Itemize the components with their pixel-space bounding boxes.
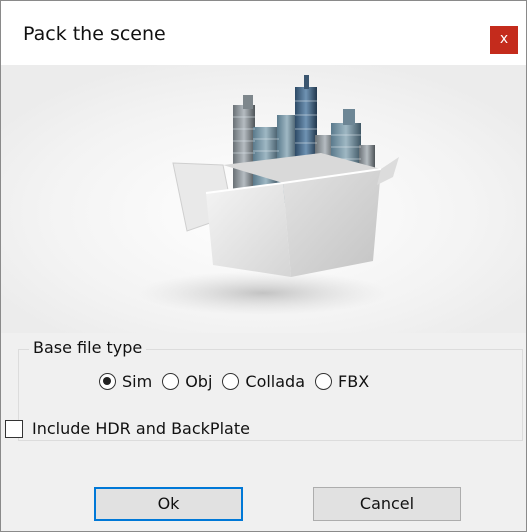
radio-collada-indicator[interactable]: [222, 373, 240, 390]
base-file-type-legend: Base file type: [29, 338, 147, 357]
radio-collada-label[interactable]: Collada: [245, 372, 305, 391]
include-hdr-checkbox-box[interactable]: [5, 419, 23, 438]
close-icon: x: [499, 31, 509, 47]
radio-obj[interactable]: Obj: [162, 372, 212, 391]
box-with-city-buildings-icon: [1, 65, 526, 333]
radio-fbx[interactable]: FBX: [315, 372, 369, 391]
dialog-title: Pack the scene: [23, 23, 166, 45]
pack-scene-dialog: Pack the scene x Base file type Sim Obj …: [0, 0, 527, 532]
radio-fbx-label[interactable]: FBX: [338, 372, 369, 391]
radio-obj-indicator[interactable]: [162, 373, 180, 390]
radio-sim-label[interactable]: Sim: [122, 372, 152, 391]
include-hdr-label[interactable]: Include HDR and BackPlate: [32, 419, 250, 438]
radio-sim-indicator[interactable]: [99, 373, 116, 390]
include-hdr-checkbox[interactable]: Include HDR and BackPlate: [5, 419, 250, 438]
radio-collada[interactable]: Collada: [222, 372, 305, 391]
radio-sim[interactable]: Sim: [99, 372, 152, 391]
title-bar: Pack the scene x: [1, 1, 526, 65]
base-file-type-options: Sim Obj Collada FBX: [99, 372, 379, 391]
radio-obj-label[interactable]: Obj: [185, 372, 212, 391]
cancel-button[interactable]: Cancel: [313, 487, 461, 521]
close-button[interactable]: x: [490, 26, 518, 54]
ok-button[interactable]: Ok: [94, 487, 243, 521]
radio-fbx-indicator[interactable]: [315, 373, 333, 390]
banner-image: [1, 65, 526, 333]
